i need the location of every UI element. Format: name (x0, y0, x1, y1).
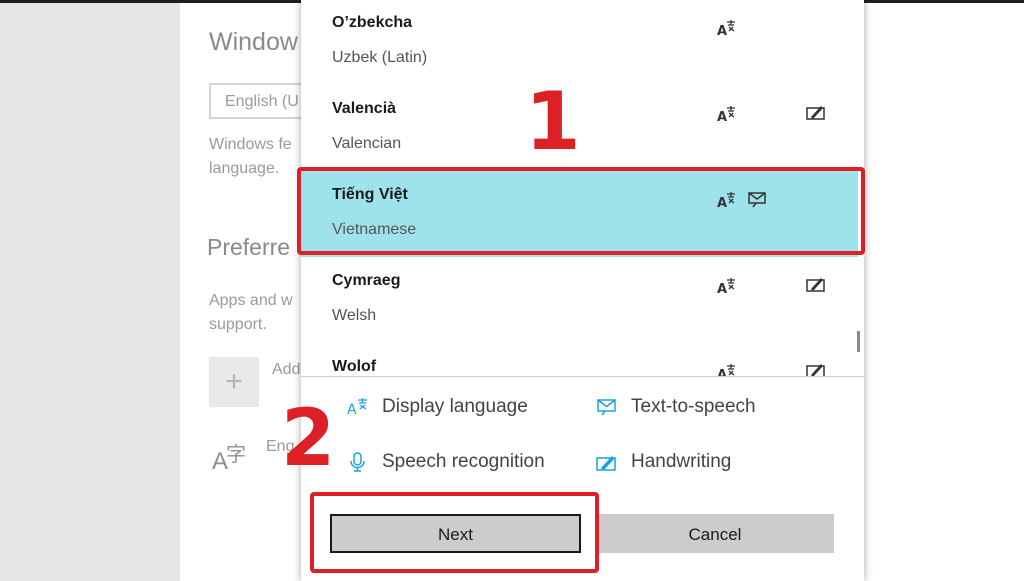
text-to-speech-icon (596, 397, 618, 417)
cancel-button[interactable]: Cancel (596, 514, 834, 553)
add-language-plus-icon[interactable]: + (209, 357, 259, 407)
add-language-label[interactable]: Add (272, 361, 300, 379)
language-row-welsh[interactable]: Cymraeg Welsh A (301, 257, 858, 343)
settings-title: Window (209, 28, 298, 56)
annotation-highlight-next (310, 492, 599, 573)
language-english-name: Welsh (332, 307, 377, 324)
language-native-name: Cymraeg (332, 272, 401, 289)
language-english-name: Uzbek (Latin) (332, 49, 428, 66)
dropdown-value: English (U (225, 93, 299, 110)
language-native-name: O’zbekcha (332, 14, 413, 31)
list-scrollbar-thumb[interactable] (857, 331, 860, 352)
handwriting-icon (596, 452, 618, 472)
display-language-icon: A (717, 277, 737, 295)
left-gray-panel (0, 0, 180, 581)
language-row-wolof[interactable]: Wolof A (301, 343, 858, 376)
display-language-icon: A (717, 19, 737, 37)
preferred-languages-description: Apps and w support. (209, 292, 293, 333)
language-english-name: Valencian (332, 135, 402, 152)
handwriting-icon (806, 103, 826, 121)
display-language-description: Windows fe language. (209, 136, 292, 177)
language-icon: A 字 (212, 444, 246, 475)
language-native-name: Wolof (332, 358, 377, 375)
svg-text:A: A (717, 368, 727, 376)
annotation-step-2: 2 (281, 394, 336, 484)
svg-text:A: A (347, 402, 357, 417)
svg-text:A: A (717, 110, 727, 123)
list-divider (301, 376, 864, 377)
language-row-uzbek[interactable]: O’zbekcha Uzbek (Latin) A (301, 0, 858, 85)
annotation-step-1: 1 (525, 75, 581, 168)
svg-text:A: A (717, 282, 727, 295)
microphone-icon (347, 452, 369, 472)
display-language-icon: A (347, 397, 369, 418)
handwriting-icon (806, 275, 826, 293)
preferred-languages-heading: Preferre (207, 234, 291, 260)
handwriting-icon (806, 361, 826, 376)
display-language-icon: A (717, 105, 737, 123)
svg-text:A: A (717, 24, 727, 37)
annotation-highlight-vietnamese (297, 167, 865, 255)
language-native-name: Valencià (332, 100, 397, 117)
display-language-icon: A (717, 363, 737, 376)
